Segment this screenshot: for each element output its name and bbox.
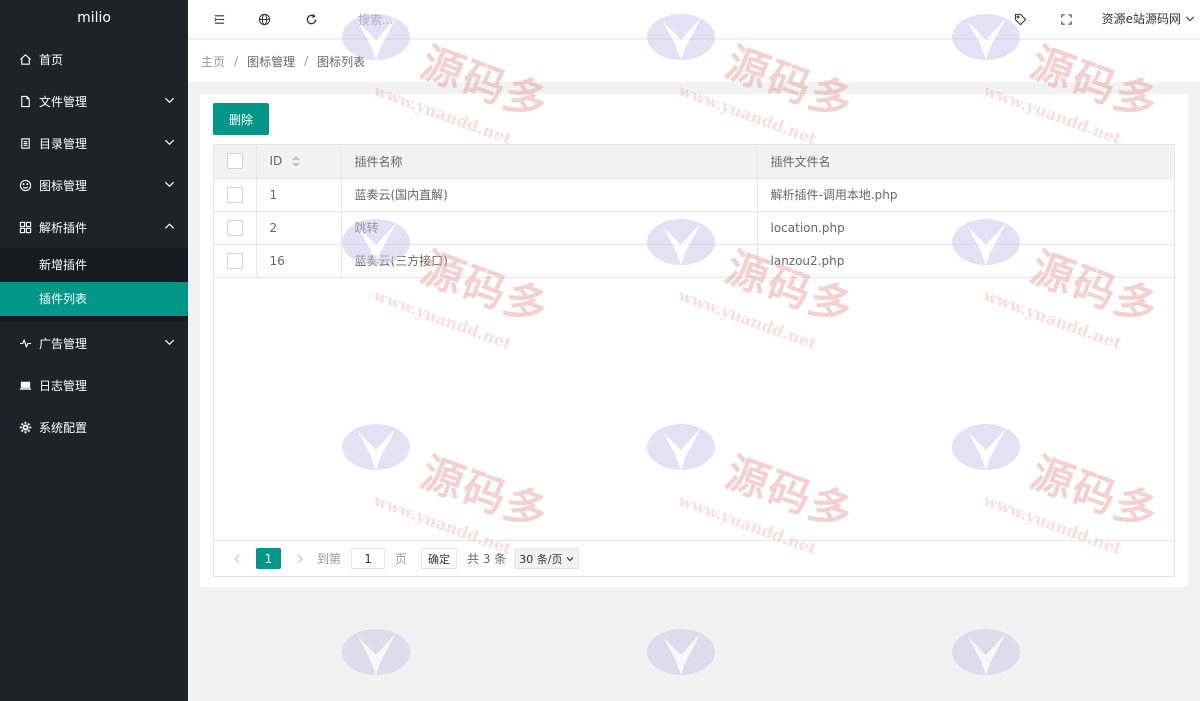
file-icon <box>18 94 32 108</box>
watermark-logo-icon <box>647 629 715 675</box>
total-count: 共 3 条 <box>467 552 507 566</box>
chevron-up-icon <box>164 223 175 229</box>
user-menu[interactable]: 资源e站源码网 <box>1102 10 1195 27</box>
cell-file: location.php <box>757 211 1174 245</box>
goto-label: 到第 <box>317 552 342 566</box>
breadcrumb-separator: / <box>304 54 309 68</box>
list-icon <box>18 136 32 150</box>
column-header-name: 插件名称 <box>341 145 758 179</box>
column-header-label: ID <box>269 154 283 169</box>
tag-icon[interactable] <box>1012 11 1028 27</box>
breadcrumb-current: 图标列表 <box>317 54 366 69</box>
menu-toggle-icon[interactable] <box>211 11 227 27</box>
plugin-table: ID 插件名称 插件文件名 1 蓝奏云(国内直解) 解析插件-调用本地.php … <box>213 144 1175 577</box>
row-select-cell <box>214 211 257 245</box>
pagination: 1 到第 页 确定 共 3 条 30 条/页 <box>214 540 1174 576</box>
chevron-down-icon <box>164 139 175 146</box>
user-name: 资源e站源码网 <box>1101 12 1181 26</box>
column-header-id[interactable]: ID <box>256 145 342 179</box>
chevron-right-icon <box>297 554 303 563</box>
chevron-down-icon <box>164 97 175 104</box>
submenu-parse-plugins: 新增插件 插件列表 <box>0 248 188 322</box>
sidebar-item-system-config[interactable]: 系统配置 <box>0 406 188 448</box>
chevron-left-icon <box>234 554 240 563</box>
sidebar-item-label: 文件管理 <box>39 94 88 109</box>
pulse-icon <box>18 336 32 350</box>
gear-icon <box>18 420 32 434</box>
cell-file: lanzou2.php <box>757 244 1174 278</box>
submenu-item-add-plugin[interactable]: 新增插件 <box>0 248 188 282</box>
sidebar-item-directory-management[interactable]: 目录管理 <box>0 122 188 164</box>
page-size-value: 30 条/页 <box>519 552 563 566</box>
smile-icon <box>18 178 32 192</box>
globe-icon[interactable] <box>256 11 272 27</box>
sidebar-item-parse-plugins[interactable]: 解析插件 <box>0 206 188 248</box>
cell-id: 2 <box>256 211 342 245</box>
content-card: 删除 ID 插件名称 插件文件名 1 蓝奏云(国内直解) 解析插件-调用本地.p… <box>200 94 1188 587</box>
page-button-current[interactable]: 1 <box>256 548 281 569</box>
sort-icon[interactable] <box>292 156 301 168</box>
chevron-down-icon <box>566 556 573 561</box>
page-jump-confirm-button[interactable]: 确定 <box>421 548 458 569</box>
watermark-logo-icon <box>342 629 410 675</box>
monitor-icon <box>18 378 32 392</box>
refresh-icon[interactable] <box>303 11 319 27</box>
sidebar-item-file-management[interactable]: 文件管理 <box>0 80 188 122</box>
breadcrumb-home[interactable]: 主页 <box>201 53 225 70</box>
row-select-cell <box>214 178 257 212</box>
sidebar-item-label: 解析插件 <box>39 220 88 235</box>
chevron-down-icon <box>1185 16 1195 21</box>
sidebar-item-label: 首页 <box>39 52 64 67</box>
cell-name: 跳转 <box>341 211 758 245</box>
table-row[interactable]: 1 蓝奏云(国内直解) 解析插件-调用本地.php <box>214 178 1174 212</box>
chevron-down-icon <box>164 339 175 346</box>
cell-name: 蓝奏云(三方接口) <box>341 244 758 278</box>
home-icon <box>18 52 32 66</box>
sidebar-item-ad-management[interactable]: 广告管理 <box>0 322 188 364</box>
page-size-select[interactable]: 30 条/页 <box>514 548 579 569</box>
row-checkbox[interactable] <box>227 219 243 236</box>
table-row[interactable]: 16 蓝奏云(三方接口) lanzou2.php <box>214 244 1174 278</box>
page-jump-input[interactable] <box>351 548 386 569</box>
search-input[interactable] <box>358 10 558 29</box>
top-header: 资源e站源码网 <box>188 0 1200 39</box>
page-suffix-label: 页 <box>395 552 408 566</box>
sidebar-item-home[interactable]: 首页 <box>0 38 188 80</box>
breadcrumb-section[interactable]: 图标管理 <box>247 53 295 70</box>
app-logo[interactable]: milio <box>0 0 188 38</box>
sidebar-item-icon-management[interactable]: 图标管理 <box>0 164 188 206</box>
delete-button[interactable]: 删除 <box>213 103 269 135</box>
sidebar-item-log-management[interactable]: 日志管理 <box>0 364 188 406</box>
row-checkbox[interactable] <box>227 252 243 269</box>
fullscreen-icon[interactable] <box>1058 11 1074 27</box>
submenu-item-plugin-list[interactable]: 插件列表 <box>0 282 188 316</box>
sidebar-item-label: 日志管理 <box>39 378 88 393</box>
watermark-logo-icon <box>952 629 1020 675</box>
row-checkbox[interactable] <box>227 186 243 203</box>
sidebar: milio 首页 文件管理 目录管理 图标管理 解析插件 新增插件 插件列表 广… <box>0 0 188 701</box>
breadcrumb-separator: / <box>234 54 239 68</box>
cell-id: 16 <box>256 244 342 278</box>
table-header-row: ID 插件名称 插件文件名 <box>214 145 1174 179</box>
next-page-button[interactable] <box>289 548 311 570</box>
app-icon <box>18 220 32 234</box>
row-select-cell <box>214 244 257 278</box>
cell-id: 1 <box>256 178 342 212</box>
cell-file: 解析插件-调用本地.php <box>757 178 1174 212</box>
column-header-file: 插件文件名 <box>757 145 1174 179</box>
prev-page-button[interactable] <box>226 548 248 570</box>
cell-name: 蓝奏云(国内直解) <box>341 178 758 212</box>
chevron-down-icon <box>164 181 175 188</box>
sidebar-item-label: 图标管理 <box>39 178 88 193</box>
table-row[interactable]: 2 跳转 location.php <box>214 211 1174 245</box>
sidebar-item-label: 广告管理 <box>39 336 88 351</box>
select-all-checkbox[interactable] <box>227 153 243 170</box>
sidebar-item-label: 系统配置 <box>39 420 88 435</box>
breadcrumb: 主页 / 图标管理 / 图标列表 <box>188 40 1200 82</box>
sidebar-item-label: 目录管理 <box>39 136 88 151</box>
select-all-cell <box>214 145 257 179</box>
